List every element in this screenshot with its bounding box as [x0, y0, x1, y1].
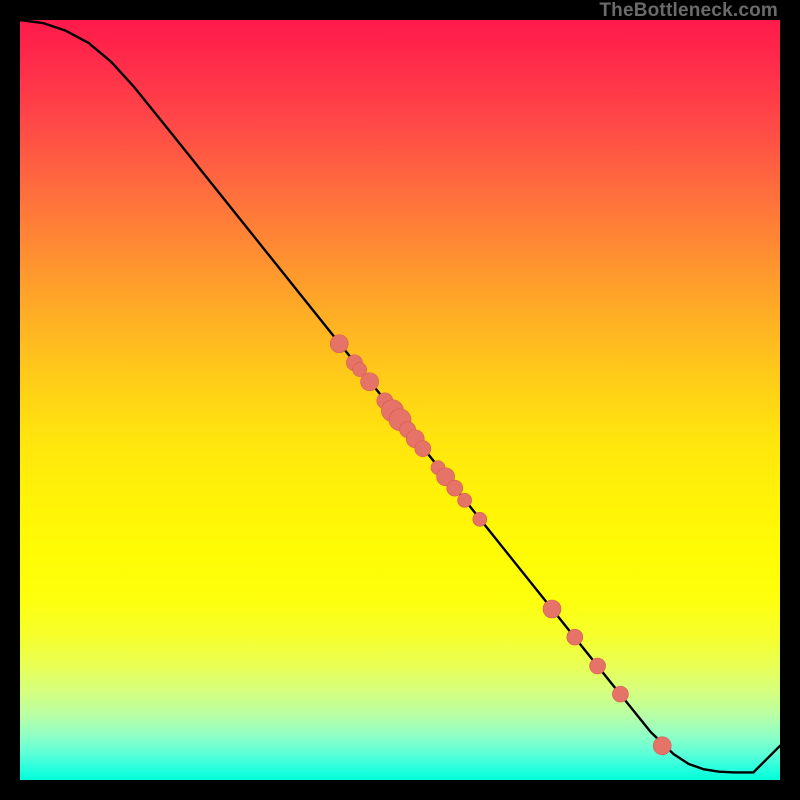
- data-marker: [590, 658, 606, 674]
- data-marker: [612, 686, 628, 702]
- data-marker: [415, 441, 431, 457]
- chart-stage: TheBottleneck.com: [0, 0, 800, 800]
- data-marker: [458, 493, 472, 507]
- chart-svg: [20, 20, 780, 780]
- data-marker: [543, 600, 561, 618]
- data-marker: [653, 737, 671, 755]
- data-marker: [447, 480, 463, 496]
- bottleneck-curve: [20, 20, 780, 772]
- data-marker: [330, 335, 348, 353]
- data-marker: [567, 629, 583, 645]
- watermark-text: TheBottleneck.com: [599, 0, 778, 22]
- data-marker: [473, 512, 487, 526]
- data-marker: [361, 373, 379, 391]
- plot-area: [20, 20, 780, 780]
